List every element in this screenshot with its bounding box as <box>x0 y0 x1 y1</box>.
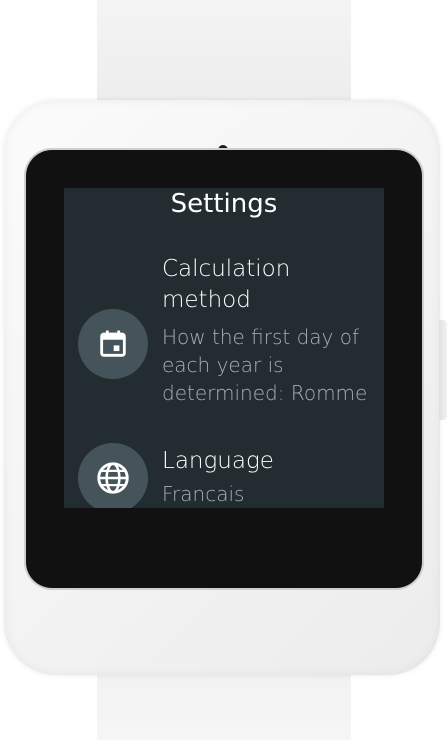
settings-item-title: Language <box>162 448 274 474</box>
globe-icon <box>78 443 148 508</box>
calendar-icon-graphic <box>100 330 126 357</box>
watch-side-button[interactable] <box>439 320 447 420</box>
settings-item-summary: How the first day of each year is determ… <box>162 325 368 405</box>
watch-screen: Settings Calculation method How the firs… <box>64 188 384 508</box>
settings-item-language[interactable]: Language Francais <box>64 443 384 508</box>
page-title: Settings <box>170 189 278 219</box>
calendar-icon <box>78 309 148 379</box>
settings-item-text: Calculation method How the first day of … <box>162 254 382 407</box>
settings-item-text: Language Francais <box>162 446 382 508</box>
settings-item-summary: Francais <box>162 482 245 506</box>
smartwatch-device: Settings Calculation method How the firs… <box>0 0 448 740</box>
settings-item-title: Calculation method <box>162 256 291 313</box>
settings-item-calculation-method[interactable]: Calculation method How the first day of … <box>64 254 384 414</box>
globe-icon-graphic <box>97 462 129 494</box>
